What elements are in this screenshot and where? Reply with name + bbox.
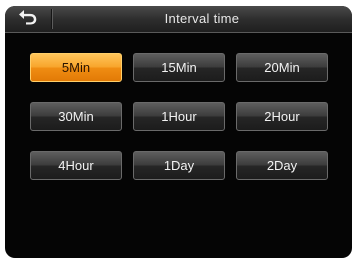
- option-2day[interactable]: 2Day: [236, 151, 328, 180]
- option-2hour[interactable]: 2Hour: [236, 102, 328, 131]
- option-30min[interactable]: 30Min: [30, 102, 122, 131]
- option-1day[interactable]: 1Day: [133, 151, 225, 180]
- interval-option-grid: 5Min 15Min 20Min 30Min 1Hour 2Hour 4Hour…: [5, 6, 352, 258]
- option-15min[interactable]: 15Min: [133, 53, 225, 82]
- option-1hour[interactable]: 1Hour: [133, 102, 225, 131]
- option-20min[interactable]: 20Min: [236, 53, 328, 82]
- option-5min[interactable]: 5Min: [30, 53, 122, 82]
- option-4hour[interactable]: 4Hour: [30, 151, 122, 180]
- device-screen: Interval time 5Min 15Min 20Min 30Min 1Ho…: [5, 6, 352, 258]
